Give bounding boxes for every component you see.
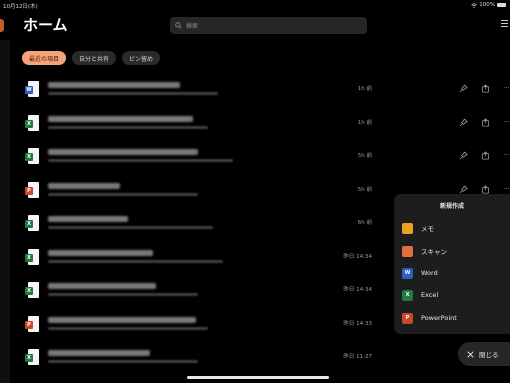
file-name-redacted xyxy=(48,182,120,189)
page-title: ホーム xyxy=(23,16,68,34)
new-item-label: スキャン xyxy=(421,248,447,256)
file-actions: … xyxy=(459,149,510,160)
word-icon: W xyxy=(402,267,413,279)
file-name-redacted xyxy=(48,149,198,155)
file-location-redacted xyxy=(48,293,198,296)
file-actions: … xyxy=(459,183,510,194)
file-modified-time: 5h 前 xyxy=(357,153,372,159)
new-item-label: Excel xyxy=(421,291,439,299)
file-row[interactable]: X 1h 前 … xyxy=(0,107,510,140)
file-name-redacted xyxy=(48,249,153,256)
filter-pinned[interactable]: ピン留め xyxy=(122,51,161,65)
excel-file-icon: X xyxy=(25,215,39,231)
search-icon xyxy=(175,22,182,29)
note-icon xyxy=(402,222,413,234)
file-modified-time: 1h 前 xyxy=(357,86,372,92)
file-name-redacted xyxy=(48,350,150,356)
status-right: 100% xyxy=(471,2,506,8)
file-modified-time: 昨日 14:34 xyxy=(343,287,372,293)
share-icon[interactable] xyxy=(481,184,490,194)
file-name-redacted xyxy=(48,216,128,222)
status-time: 10月12日(木) xyxy=(3,4,38,10)
new-word-item[interactable]: W Word xyxy=(402,265,438,281)
excel-file-icon: X xyxy=(25,148,39,164)
file-location-redacted xyxy=(48,226,213,229)
share-icon[interactable] xyxy=(481,117,490,127)
new-file-menu: 新規作成 メモスキャン W Word X Excel P PowerPoint xyxy=(394,194,510,334)
battery-percent: 100% xyxy=(479,2,495,8)
share-icon[interactable] xyxy=(481,84,490,93)
file-name-redacted xyxy=(48,283,156,289)
close-button[interactable]: 閉じる xyxy=(458,342,510,366)
file-name-redacted xyxy=(48,115,193,122)
new-item-label: PowerPoint xyxy=(421,314,457,322)
pin-icon[interactable] xyxy=(459,84,468,93)
excel-file-icon: X xyxy=(25,349,39,365)
word-file-icon: W xyxy=(25,81,39,97)
close-label: 閉じる xyxy=(479,351,499,359)
file-modified-time: 昨日 14:34 xyxy=(343,253,372,260)
file-row[interactable]: W 1h 前 … xyxy=(0,73,510,106)
new-camera-item[interactable]: スキャン xyxy=(402,243,447,259)
home-indicator[interactable] xyxy=(187,376,329,379)
file-modified-time: 昨日 14:33 xyxy=(343,320,372,327)
pin-icon[interactable] xyxy=(459,151,468,160)
battery-icon xyxy=(497,3,506,7)
file-modified-time: 1h 前 xyxy=(357,119,372,126)
status-bar: 10月12日(木) 100% xyxy=(0,0,510,10)
pin-icon[interactable] xyxy=(459,185,468,194)
file-location-redacted xyxy=(48,92,218,95)
filter-tabs: 最近の項目 自分と共有 ピン留め xyxy=(22,51,161,65)
more-options-icon[interactable]: … xyxy=(503,116,510,127)
file-location-redacted xyxy=(48,326,208,330)
file-modified-time: 6h 前 xyxy=(357,220,372,226)
powerpoint-file-icon: P xyxy=(25,181,39,198)
powerpoint-file-icon: P xyxy=(25,315,39,332)
file-modified-time: 昨日 11:27 xyxy=(343,354,372,360)
account-avatar-edge[interactable] xyxy=(0,19,4,32)
file-location-redacted xyxy=(48,159,233,162)
filter-shared[interactable]: 自分と共有 xyxy=(72,51,117,65)
close-icon xyxy=(467,350,474,358)
more-options-icon[interactable]: … xyxy=(503,149,510,160)
more-options-icon[interactable]: … xyxy=(503,82,510,93)
file-modified-time: 5h 前 xyxy=(357,186,372,193)
pin-icon[interactable] xyxy=(459,118,468,127)
excel-icon: X xyxy=(402,289,413,301)
wifi-icon xyxy=(471,2,478,8)
share-icon[interactable] xyxy=(481,151,490,160)
file-name-redacted xyxy=(48,82,180,88)
file-location-redacted xyxy=(48,259,223,263)
file-actions: … xyxy=(459,116,510,127)
new-note-item[interactable]: メモ xyxy=(402,220,434,236)
file-location-redacted xyxy=(48,125,208,129)
file-location-redacted xyxy=(48,360,198,363)
new-item-label: Word xyxy=(421,269,438,277)
menu-icon[interactable] xyxy=(501,20,508,28)
powerpoint-icon: P xyxy=(402,312,413,324)
search-placeholder: 検索 xyxy=(186,23,199,30)
more-options-icon[interactable]: … xyxy=(503,183,510,194)
new-excel-item[interactable]: X Excel xyxy=(402,287,438,303)
new-menu-title: 新規作成 xyxy=(439,203,464,210)
excel-file-icon: X xyxy=(25,248,39,265)
file-row[interactable]: X 5h 前 … xyxy=(0,140,510,173)
file-row[interactable]: X昨日 11:27… xyxy=(0,341,510,374)
filter-recent[interactable]: 最近の項目 xyxy=(22,51,67,65)
camera-icon xyxy=(402,245,413,257)
new-powerpoint-item[interactable]: P PowerPoint xyxy=(402,310,457,326)
new-item-label: メモ xyxy=(421,225,434,233)
file-name-redacted xyxy=(48,316,196,323)
excel-file-icon: X xyxy=(25,282,39,298)
file-location-redacted xyxy=(48,192,198,196)
search-input[interactable]: 検索 xyxy=(170,17,367,34)
file-actions: … xyxy=(459,82,510,93)
excel-file-icon: X xyxy=(25,114,39,131)
